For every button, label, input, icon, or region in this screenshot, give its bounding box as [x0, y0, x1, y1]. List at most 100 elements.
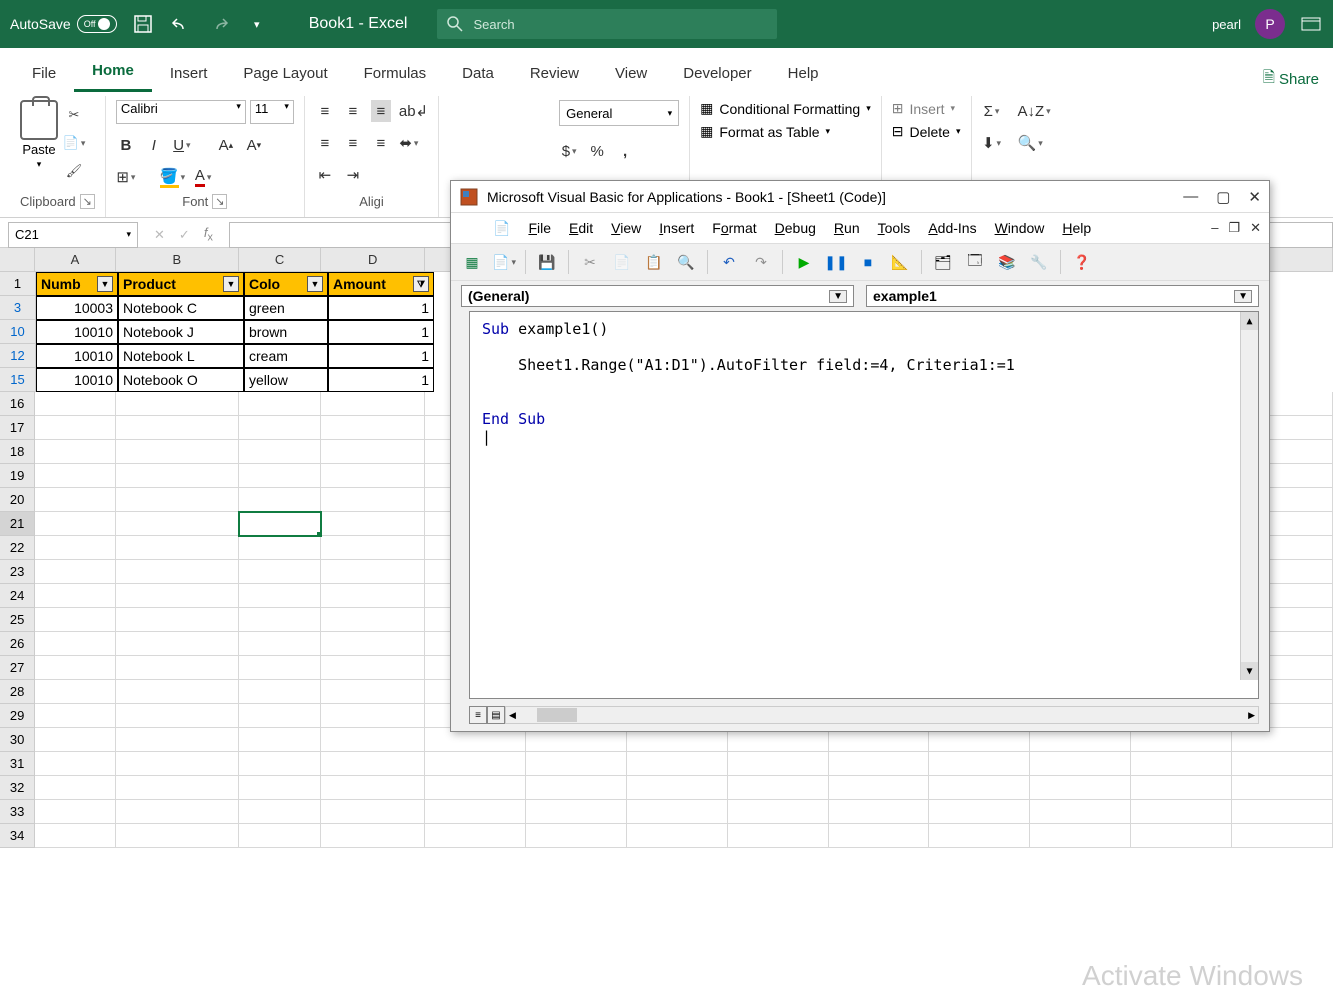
row-header[interactable]: 1	[0, 272, 36, 296]
cell[interactable]: 10010	[36, 344, 118, 368]
vba-menu-addins[interactable]: Add-Ins	[928, 220, 976, 236]
object-browser-icon[interactable]: 📚	[996, 251, 1018, 273]
fill-icon[interactable]: ⬇	[982, 132, 1002, 154]
filter-applied-icon[interactable]: ⧩	[413, 276, 429, 292]
cell[interactable]	[239, 680, 321, 704]
cell[interactable]	[35, 512, 115, 536]
clipboard-launcher[interactable]: ↘	[80, 194, 95, 209]
cell[interactable]	[239, 536, 321, 560]
vba-menu-tools[interactable]: Tools	[878, 220, 911, 236]
cell[interactable]	[116, 416, 239, 440]
bold-button[interactable]: B	[116, 134, 136, 156]
cell[interactable]	[35, 824, 115, 848]
row-header[interactable]: 20	[0, 488, 35, 512]
cell[interactable]	[35, 608, 115, 632]
comma-icon[interactable]: ,	[615, 140, 635, 162]
cell[interactable]	[35, 464, 115, 488]
object-combo[interactable]: (General)▼	[461, 285, 854, 307]
cell[interactable]	[35, 416, 115, 440]
cell[interactable]	[116, 536, 239, 560]
cell[interactable]	[35, 728, 115, 752]
cell[interactable]	[239, 728, 321, 752]
reset-icon[interactable]: ■	[857, 251, 879, 273]
row-header[interactable]: 17	[0, 416, 35, 440]
row-header[interactable]: 15	[0, 368, 36, 392]
mdi-minimize-icon[interactable]: –	[1211, 220, 1218, 236]
tab-developer[interactable]: Developer	[665, 55, 769, 92]
cell[interactable]	[239, 632, 321, 656]
cell[interactable]	[116, 464, 239, 488]
cell[interactable]: 10010	[36, 320, 118, 344]
cell[interactable]	[239, 704, 321, 728]
cell[interactable]	[239, 512, 321, 536]
decrease-font-icon[interactable]: A▾	[244, 134, 264, 156]
cell[interactable]	[627, 752, 728, 776]
user-avatar[interactable]: P	[1255, 9, 1285, 39]
cell[interactable]	[829, 752, 930, 776]
cell[interactable]: yellow	[244, 368, 328, 392]
cell[interactable]	[627, 776, 728, 800]
cell[interactable]	[321, 488, 425, 512]
cell[interactable]	[321, 512, 425, 536]
find-icon[interactable]: 🔍	[1018, 132, 1043, 154]
cell[interactable]	[239, 464, 321, 488]
font-color-icon[interactable]: A	[193, 166, 213, 188]
cell[interactable]	[321, 752, 425, 776]
cell[interactable]	[239, 488, 321, 512]
wrap-text-icon[interactable]: ab↲	[399, 100, 428, 122]
vba-menu-window[interactable]: Window	[995, 220, 1045, 236]
row-header[interactable]: 10	[0, 320, 36, 344]
tab-insert[interactable]: Insert	[152, 55, 226, 92]
autosum-icon[interactable]: Σ	[982, 100, 1002, 122]
cell[interactable]	[1232, 824, 1333, 848]
cell[interactable]	[116, 560, 239, 584]
row-header[interactable]: 12	[0, 344, 36, 368]
cut-icon[interactable]: ✂	[579, 251, 601, 273]
cell[interactable]	[829, 800, 930, 824]
percent-icon[interactable]: %	[587, 140, 607, 162]
table-header[interactable]: Colo▼	[244, 272, 328, 296]
cell[interactable]	[116, 584, 239, 608]
copy-icon[interactable]: 📄	[62, 132, 86, 154]
cell[interactable]	[321, 704, 425, 728]
cell[interactable]	[239, 584, 321, 608]
cell[interactable]: 10010	[36, 368, 118, 392]
align-top-icon[interactable]: ≡	[315, 100, 335, 122]
cell[interactable]	[1131, 752, 1232, 776]
filter-icon[interactable]: ▼	[307, 276, 323, 292]
cell[interactable]	[321, 656, 425, 680]
number-format-select[interactable]: General▾	[559, 100, 679, 126]
cell[interactable]: 1	[328, 368, 434, 392]
sort-filter-icon[interactable]: A↓Z	[1018, 100, 1051, 122]
align-bottom-icon[interactable]: ≡	[371, 100, 391, 122]
cell[interactable]	[1030, 800, 1131, 824]
align-center-icon[interactable]: ≡	[343, 132, 363, 154]
vba-menu-debug[interactable]: Debug	[775, 220, 816, 236]
cell[interactable]	[1232, 752, 1333, 776]
vba-menu-insert[interactable]: Insert	[659, 220, 694, 236]
cell[interactable]: 1	[328, 296, 434, 320]
col-header-A[interactable]: A	[35, 248, 115, 272]
align-right-icon[interactable]: ≡	[371, 132, 391, 154]
increase-font-icon[interactable]: A▴	[216, 134, 236, 156]
design-mode-icon[interactable]: 📐	[889, 251, 911, 273]
cell[interactable]	[239, 608, 321, 632]
cell[interactable]	[321, 392, 425, 416]
procedure-combo[interactable]: example1▼	[866, 285, 1259, 307]
table-header[interactable]: Numb▼	[36, 272, 118, 296]
col-header-B[interactable]: B	[116, 248, 239, 272]
tab-data[interactable]: Data	[444, 55, 512, 92]
vba-menu-view[interactable]: View	[611, 220, 641, 236]
cell[interactable]: 1	[328, 320, 434, 344]
maximize-icon[interactable]: ▢	[1216, 188, 1230, 206]
cell[interactable]	[35, 776, 115, 800]
cell[interactable]	[116, 728, 239, 752]
filter-icon[interactable]: ▼	[223, 276, 239, 292]
tab-home[interactable]: Home	[74, 52, 152, 92]
cell[interactable]	[116, 776, 239, 800]
cell[interactable]	[116, 824, 239, 848]
cell[interactable]	[35, 440, 115, 464]
undo-icon[interactable]	[169, 12, 193, 36]
cell[interactable]	[116, 800, 239, 824]
cell[interactable]	[239, 440, 321, 464]
